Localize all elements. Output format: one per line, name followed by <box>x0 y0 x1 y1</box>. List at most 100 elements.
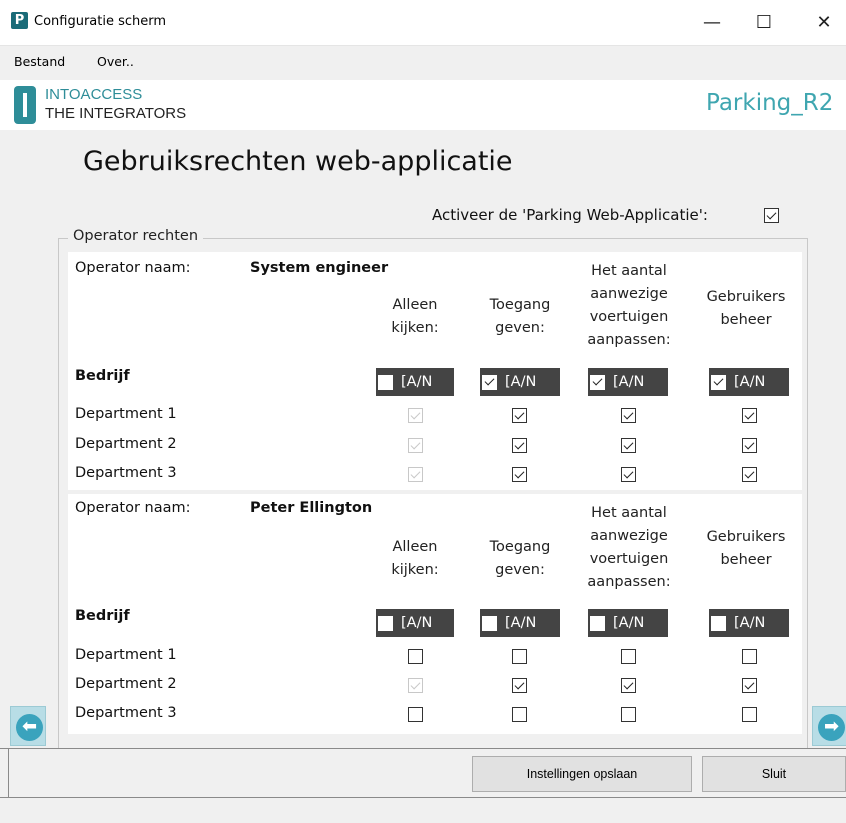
col-vehicles-line: aanwezige <box>590 286 668 302</box>
permission-checkbox[interactable] <box>408 438 423 453</box>
department-label: Department 1 <box>75 647 177 663</box>
select-all-users[interactable]: [A/N <box>709 609 789 637</box>
close-window-button[interactable]: ✕ <box>804 8 844 38</box>
col-view-line: Alleen <box>392 297 438 313</box>
permission-checkbox[interactable] <box>408 678 423 693</box>
permission-checkbox[interactable] <box>408 649 423 664</box>
col-grant-line: geven: <box>495 320 545 336</box>
permission-checkbox[interactable] <box>742 678 757 693</box>
select-all-checkbox[interactable] <box>378 374 393 390</box>
permission-checkbox[interactable] <box>408 408 423 423</box>
select-all-users[interactable]: [A/N <box>709 368 789 396</box>
select-all-checkbox[interactable] <box>378 615 393 631</box>
select-all-checkbox[interactable] <box>482 374 497 390</box>
select-all-checkbox[interactable] <box>590 374 605 390</box>
company-label: Bedrijf <box>75 608 130 624</box>
col-vehicles-line: Het aantal <box>591 263 667 279</box>
col-grant-line: Toegang <box>489 539 551 555</box>
activate-label: Activeer de 'Parking Web-Applicatie': <box>432 206 708 224</box>
permission-checkbox[interactable] <box>512 467 527 482</box>
col-vehicles-header: Het aantal aanwezige voertuigen aanpasse… <box>574 260 684 352</box>
select-all-checkbox[interactable] <box>590 615 605 631</box>
col-users-line: Gebruikers <box>706 289 786 305</box>
minimize-button[interactable]: — <box>692 8 732 38</box>
permission-checkbox[interactable] <box>512 707 527 722</box>
save-settings-button[interactable]: Instellingen opslaan <box>472 756 692 792</box>
select-all-vehicles[interactable]: [A/N <box>588 368 668 396</box>
permission-checkbox[interactable] <box>742 408 757 423</box>
next-page-button[interactable]: ➡ <box>812 706 846 746</box>
permission-checkbox[interactable] <box>621 438 636 453</box>
brand-tagline: THE INTEGRATORS <box>45 105 187 122</box>
permission-checkbox[interactable] <box>621 678 636 693</box>
select-all-label: [A/N <box>505 374 537 390</box>
menu-file[interactable]: Bestand <box>14 54 65 69</box>
select-all-checkbox[interactable] <box>711 374 726 390</box>
permission-checkbox[interactable] <box>408 707 423 722</box>
select-all-label: [A/N <box>613 615 645 631</box>
permission-checkbox[interactable] <box>621 707 636 722</box>
group-legend: Operator rechten <box>68 228 204 244</box>
col-vehicles-header: Het aantal aanwezige voertuigen aanpasse… <box>574 502 684 594</box>
permission-checkbox[interactable] <box>621 408 636 423</box>
page-title: Gebruiksrechten web-applicatie <box>83 146 513 177</box>
col-vehicles-line: Het aantal <box>591 505 667 521</box>
col-grant-header: Toegang geven: <box>472 536 568 582</box>
permission-checkbox[interactable] <box>512 408 527 423</box>
select-all-label: [A/N <box>401 374 433 390</box>
permission-checkbox[interactable] <box>512 649 527 664</box>
select-all-view[interactable]: [A/N <box>376 368 454 396</box>
select-all-label: [A/N <box>401 615 433 631</box>
select-all-vehicles[interactable]: [A/N <box>588 609 668 637</box>
col-users-line: beheer <box>720 552 772 568</box>
select-all-view[interactable]: [A/N <box>376 609 454 637</box>
col-view-line: Alleen <box>392 539 438 555</box>
select-all-label: [A/N <box>734 374 766 390</box>
select-all-checkbox[interactable] <box>711 615 726 631</box>
maximize-button[interactable]: ☐ <box>744 8 784 38</box>
col-vehicles-line: aanpassen: <box>587 574 671 590</box>
department-label: Department 2 <box>75 676 177 692</box>
select-all-grant[interactable]: [A/N <box>480 368 560 396</box>
department-label: Department 1 <box>75 406 177 422</box>
col-grant-line: Toegang <box>489 297 551 313</box>
department-label: Department 3 <box>75 705 177 721</box>
permission-checkbox[interactable] <box>512 678 527 693</box>
activate-checkbox[interactable] <box>764 208 779 223</box>
permission-checkbox[interactable] <box>408 467 423 482</box>
department-label: Department 3 <box>75 465 177 481</box>
col-grant-line: geven: <box>495 562 545 578</box>
select-all-label: [A/N <box>734 615 766 631</box>
menu-about[interactable]: Over.. <box>97 54 134 69</box>
department-label: Department 2 <box>75 436 177 452</box>
intoaccess-logo-icon <box>14 86 36 124</box>
site-name: Parking_R2 <box>706 90 834 116</box>
select-all-checkbox[interactable] <box>482 615 497 631</box>
col-users-line: Gebruikers <box>706 529 786 545</box>
operator-name-label: Operator naam: <box>75 500 191 516</box>
select-all-label: [A/N <box>505 615 537 631</box>
permission-checkbox[interactable] <box>621 467 636 482</box>
permission-checkbox[interactable] <box>742 467 757 482</box>
col-vehicles-line: voertuigen <box>589 551 669 567</box>
permission-checkbox[interactable] <box>742 707 757 722</box>
previous-page-button[interactable]: ⬅ <box>10 706 46 746</box>
permission-checkbox[interactable] <box>742 649 757 664</box>
col-grant-header: Toegang geven: <box>472 294 568 340</box>
col-view-line: kijken: <box>391 562 439 578</box>
permission-checkbox[interactable] <box>512 438 527 453</box>
permission-checkbox[interactable] <box>621 649 636 664</box>
select-all-grant[interactable]: [A/N <box>480 609 560 637</box>
right-arrow-icon: ➡ <box>818 714 845 741</box>
select-all-label: [A/N <box>613 374 645 390</box>
company-label: Bedrijf <box>75 368 130 384</box>
operator-panel: Operator naam: Peter Ellington Alleen ki… <box>68 494 802 734</box>
col-view-header: Alleen kijken: <box>370 294 460 340</box>
brand-bar: INTOACCESS THE INTEGRATORS Parking_R2 <box>0 80 846 130</box>
operator-name-label: Operator naam: <box>75 260 191 276</box>
close-button[interactable]: Sluit <box>702 756 846 792</box>
menu-bar: Bestand Over.. <box>0 46 846 80</box>
operator-name-value: Peter Ellington <box>250 500 373 516</box>
permission-checkbox[interactable] <box>742 438 757 453</box>
col-view-header: Alleen kijken: <box>370 536 460 582</box>
